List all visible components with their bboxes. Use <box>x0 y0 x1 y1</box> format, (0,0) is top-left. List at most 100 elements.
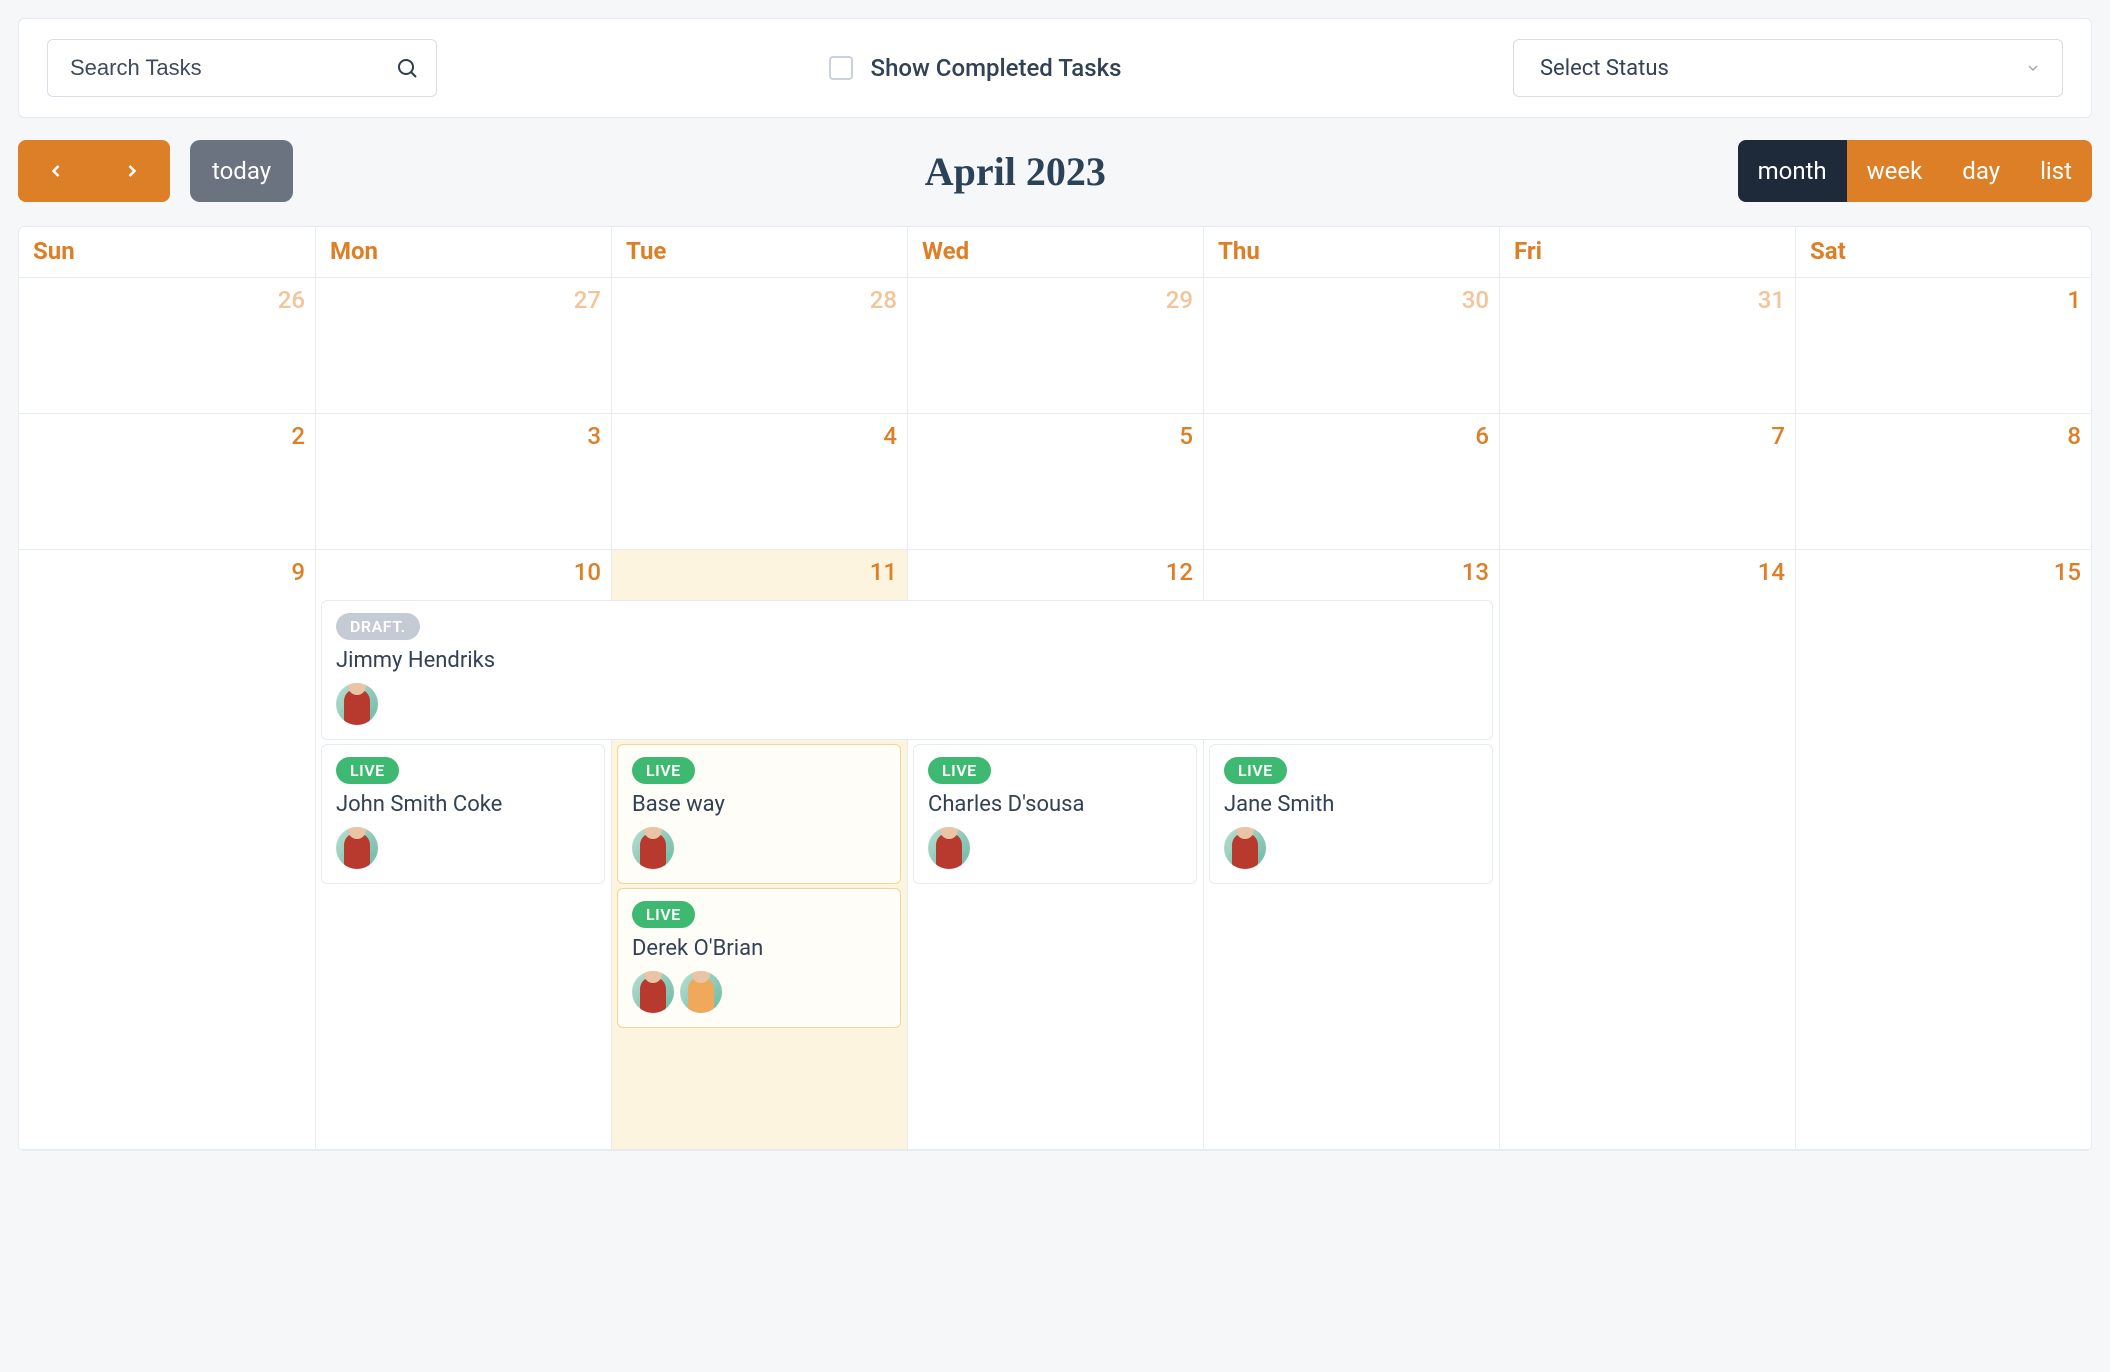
date-number: 31 <box>1510 286 1785 314</box>
next-button[interactable] <box>94 140 170 202</box>
event-card[interactable]: DRAFT. Jimmy Hendriks <box>321 600 1493 740</box>
avatar <box>336 683 378 725</box>
calendar-cell[interactable]: 26 <box>19 278 315 414</box>
status-select-wrap: Select Status <box>1513 39 2063 97</box>
page-title: April 2023 <box>925 148 1106 195</box>
date-number: 27 <box>326 286 601 314</box>
avatar-group <box>632 971 886 1013</box>
avatar-group <box>1224 827 1478 869</box>
show-completed-label: Show Completed Tasks <box>871 54 1122 82</box>
date-number: 9 <box>29 558 305 586</box>
calendar-cell[interactable]: 31 <box>1499 278 1795 414</box>
calendar-cell[interactable]: 3 <box>315 414 611 550</box>
event-card[interactable]: LIVE Jane Smith <box>1209 744 1493 884</box>
calendar-cell[interactable]: 1 <box>1795 278 2091 414</box>
date-number: 28 <box>622 286 897 314</box>
calendar-cell[interactable]: 4 <box>611 414 907 550</box>
date-number: 10 <box>326 558 601 586</box>
date-number: 26 <box>29 286 305 314</box>
day-header: Tue <box>611 227 907 278</box>
day-header: Wed <box>907 227 1203 278</box>
live-badge: LIVE <box>632 901 695 928</box>
calendar-cell[interactable]: 29 <box>907 278 1203 414</box>
event-title: John Smith Coke <box>336 792 590 817</box>
date-number: 5 <box>918 422 1193 450</box>
event-card[interactable]: LIVE John Smith Coke <box>321 744 605 884</box>
date-number: 12 <box>918 558 1193 586</box>
date-number: 13 <box>1214 558 1489 586</box>
calendar-cell[interactable]: 5 <box>907 414 1203 550</box>
search-field-wrap <box>47 39 437 97</box>
calendar-row: 9 10 11 12 13 14 15 DRAFT. Jimmy Hendriks LIVE Joh… <box>19 550 2091 1150</box>
calendar-cell[interactable]: 6 <box>1203 414 1499 550</box>
date-number: 11 <box>622 558 897 586</box>
show-completed-toggle[interactable]: Show Completed Tasks <box>829 54 1122 82</box>
nav-arrows <box>18 140 170 202</box>
date-number: 3 <box>326 422 601 450</box>
calendar-cell[interactable]: 14 <box>1499 550 1795 1150</box>
live-badge: LIVE <box>928 757 991 784</box>
calendar-header-row: Sun Mon Tue Wed Thu Fri Sat <box>19 227 2091 278</box>
avatar <box>680 971 722 1013</box>
event-card[interactable]: LIVE Derek O'Brian <box>617 888 901 1028</box>
date-number: 8 <box>1806 422 2081 450</box>
date-number: 4 <box>622 422 897 450</box>
calendar-cell[interactable]: 30 <box>1203 278 1499 414</box>
date-number: 30 <box>1214 286 1489 314</box>
avatar <box>336 827 378 869</box>
date-number: 7 <box>1510 422 1785 450</box>
view-month[interactable]: month <box>1738 140 1847 202</box>
view-week[interactable]: week <box>1847 140 1943 202</box>
calendar-toolbar: today April 2023 month week day list <box>18 140 2092 202</box>
view-switcher: month week day list <box>1738 140 2092 202</box>
today-button[interactable]: today <box>190 140 293 202</box>
live-badge: LIVE <box>1224 757 1287 784</box>
filter-bar: Show Completed Tasks Select Status <box>18 18 2092 118</box>
date-number: 1 <box>1806 286 2081 314</box>
day-header: Sat <box>1795 227 2091 278</box>
avatar-group <box>632 827 886 869</box>
calendar-cell[interactable]: 2 <box>19 414 315 550</box>
event-title: Charles D'sousa <box>928 792 1182 817</box>
view-day[interactable]: day <box>1942 140 2020 202</box>
prev-button[interactable] <box>18 140 94 202</box>
calendar-row: 2345678 <box>19 414 2091 550</box>
avatar <box>928 827 970 869</box>
date-number: 2 <box>29 422 305 450</box>
event-card[interactable]: LIVE Charles D'sousa <box>913 744 1197 884</box>
date-number: 29 <box>918 286 1193 314</box>
day-header: Mon <box>315 227 611 278</box>
calendar-cell[interactable]: 28 <box>611 278 907 414</box>
event-title: Jimmy Hendriks <box>336 648 1478 673</box>
view-list[interactable]: list <box>2020 140 2092 202</box>
avatar <box>1224 827 1266 869</box>
day-header: Fri <box>1499 227 1795 278</box>
search-icon <box>395 56 419 80</box>
date-number: 14 <box>1510 558 1785 586</box>
calendar-cell[interactable]: 7 <box>1499 414 1795 550</box>
draft-badge: DRAFT. <box>336 613 420 640</box>
avatar <box>632 827 674 869</box>
chevron-down-icon <box>2025 60 2041 76</box>
avatar-group <box>928 827 1182 869</box>
calendar-cell[interactable]: 8 <box>1795 414 2091 550</box>
calendar-cell[interactable]: 15 <box>1795 550 2091 1150</box>
search-input[interactable] <box>47 39 437 97</box>
calendar: Sun Mon Tue Wed Thu Fri Sat 262728293031… <box>18 226 2092 1151</box>
event-card[interactable]: LIVEBase way <box>617 744 901 884</box>
checkbox-icon <box>829 56 853 80</box>
calendar-row: 26 27 28 29 30 31 1 <box>19 278 2091 414</box>
event-title: Jane Smith <box>1224 792 1478 817</box>
live-badge: LIVE <box>336 757 399 784</box>
event-title: Derek O'Brian <box>632 936 886 961</box>
calendar-cell[interactable]: 27 <box>315 278 611 414</box>
date-number: 15 <box>1806 558 2081 586</box>
day-header: Sun <box>19 227 315 278</box>
calendar-cell[interactable]: 9 <box>19 550 315 1150</box>
date-number: 6 <box>1214 422 1489 450</box>
avatar-group <box>336 827 590 869</box>
status-select[interactable]: Select Status <box>1513 39 2063 97</box>
avatar-group <box>336 683 1478 725</box>
day-header: Thu <box>1203 227 1499 278</box>
avatar <box>632 971 674 1013</box>
